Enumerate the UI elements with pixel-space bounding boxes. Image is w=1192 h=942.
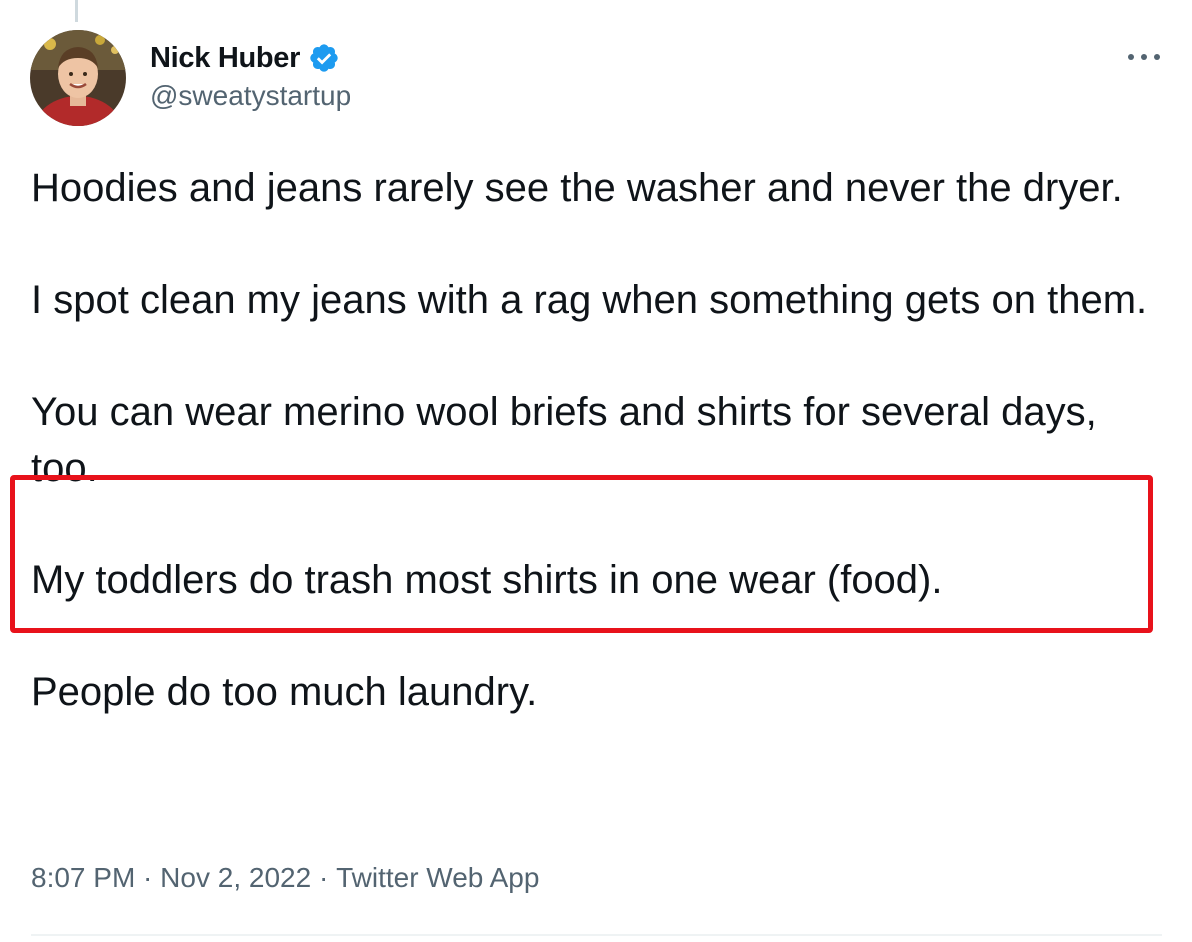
author-display-name[interactable]: Nick Huber: [150, 42, 300, 75]
author-name-row: Nick Huber: [150, 38, 340, 78]
divider: [31, 934, 1162, 936]
tweet-paragraph: My toddlers do trash most shirts in one …: [31, 558, 943, 602]
tweet-paragraph-highlighted: You can wear merino wool briefs and shir…: [31, 390, 1097, 490]
tweet-source[interactable]: Twitter Web App: [336, 862, 539, 894]
tweet-text: Hoodies and jeans rarely see the washer …: [31, 160, 1171, 720]
avatar[interactable]: [30, 30, 126, 126]
meta-separator: ·: [311, 862, 337, 893]
thread-connector-line: [75, 0, 78, 22]
tweet-time[interactable]: 8:07 PM: [31, 862, 135, 894]
verified-badge-icon: [308, 42, 340, 74]
tweet-paragraph: People do too much laundry.: [31, 670, 538, 714]
tweet-paragraph: Hoodies and jeans rarely see the washer …: [31, 166, 1123, 210]
avatar-image: [30, 30, 126, 126]
author-handle[interactable]: @sweatystartup: [150, 80, 351, 112]
tweet-metadata: 8:07 PM · Nov 2, 2022 · Twitter Web App: [31, 862, 539, 894]
more-options-icon[interactable]: [1124, 42, 1164, 72]
tweet-date[interactable]: Nov 2, 2022: [160, 862, 311, 894]
tweet-card: Nick Huber @sweatystartup Hoodies and je…: [0, 0, 1192, 942]
tweet-paragraph: I spot clean my jeans with a rag when so…: [31, 278, 1148, 322]
meta-separator: ·: [135, 862, 161, 893]
